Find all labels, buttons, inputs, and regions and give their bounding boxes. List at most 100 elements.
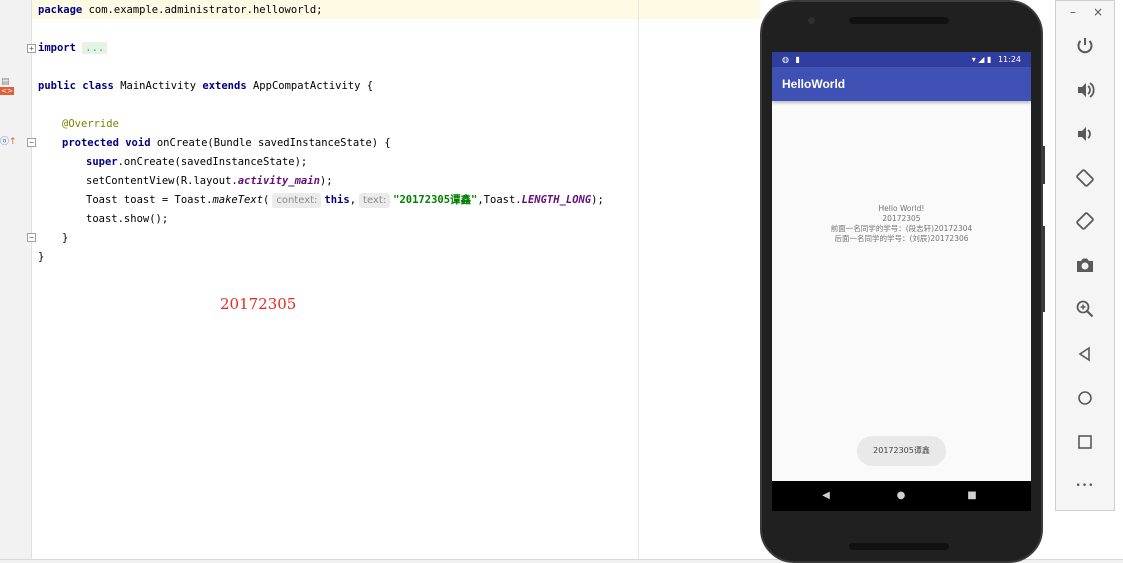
content-line: Hello World!: [878, 204, 925, 213]
zoom-button[interactable]: [1071, 295, 1099, 323]
power-button[interactable]: [1071, 32, 1099, 60]
code-text: }: [62, 232, 69, 244]
keyword: this: [324, 194, 350, 206]
volume-down-icon: [1078, 127, 1091, 141]
keyword: protected: [62, 137, 119, 149]
fold-end-icon[interactable]: −: [27, 233, 36, 242]
volume-up-icon: [1078, 82, 1095, 98]
student-id-note: 20172305: [220, 295, 297, 313]
back-button[interactable]: [1071, 340, 1099, 368]
status-time: 11:24: [997, 55, 1021, 64]
nav-home-icon[interactable]: ●: [891, 481, 911, 511]
keyword: import: [38, 42, 76, 54]
content-line: 后面一名同学的学号：(刘辰)20172306: [834, 234, 969, 243]
power-hardware-button[interactable]: [1041, 146, 1045, 184]
code-line-close-method[interactable]: }: [62, 229, 68, 248]
annotation: @Override: [62, 118, 119, 130]
rotate-right-icon: [1076, 212, 1094, 230]
toast-message: 20172305谭鑫: [857, 436, 946, 466]
code-text: com.example.administrator.helloworld;: [82, 4, 323, 16]
wifi-icon: ▾: [971, 55, 976, 64]
front-camera: [808, 17, 815, 24]
top-speaker: [849, 17, 949, 24]
code-line-show[interactable]: toast.show();: [86, 210, 168, 229]
status-system-icons: ▾ ◢ ▮ 11:24: [972, 52, 1021, 67]
code-text: }: [38, 251, 45, 263]
volume-down-button[interactable]: [1071, 120, 1099, 148]
code-editor[interactable]: + ▤ <> ⓞ↑ − − package com.example.admini…: [0, 0, 760, 563]
code-line-setcontentview[interactable]: setContentView(R.layout.activity_main);: [86, 172, 333, 191]
screenshot-button[interactable]: [1071, 251, 1099, 279]
sync-icon: ◍: [782, 55, 789, 64]
layout-gutter-icon[interactable]: <>: [0, 87, 14, 95]
nav-back-icon[interactable]: ◀: [816, 481, 836, 511]
rotate-left-button[interactable]: [1071, 164, 1099, 192]
code-text: .onCreate(savedInstanceState);: [117, 156, 308, 168]
battery-icon: ▮: [986, 55, 992, 64]
class-gutter-icon[interactable]: ▤: [1, 77, 10, 87]
code-text: Toast toast = Toast.: [86, 194, 213, 206]
app-toolbar: HelloWorld: [772, 67, 1031, 101]
power-icon: [1077, 38, 1093, 54]
more-options-button[interactable]: •••: [1071, 472, 1099, 500]
code-line-package[interactable]: package com.example.administrator.hellow…: [38, 1, 322, 20]
app-title: HelloWorld: [782, 77, 846, 91]
code-text: );: [319, 175, 333, 187]
zoom-icon: [1076, 300, 1094, 318]
folded-imports[interactable]: ...: [82, 42, 108, 54]
nav-recents-icon[interactable]: ■: [962, 481, 982, 511]
keyword: class: [82, 80, 114, 92]
parameter-hint-text: text:: [359, 193, 391, 208]
string-literal: "20172305谭鑫": [393, 194, 478, 206]
android-navigation-bar: ◀ ● ■: [772, 481, 1031, 511]
emulator-toolbar: – × •••: [1055, 0, 1115, 511]
camera-icon: [1077, 258, 1093, 272]
keyword: public: [38, 80, 76, 92]
right-margin-guide: [638, 0, 639, 560]
home-circle-icon: [1078, 391, 1092, 405]
close-button[interactable]: ×: [1090, 4, 1106, 20]
code-text: toast.show();: [86, 213, 169, 225]
static-field: LENGTH_LONG: [521, 194, 592, 206]
keyword: void: [125, 137, 151, 149]
content-line: 前面一名同学的学号：(段志轩)20172304: [830, 224, 973, 233]
keyword: extends: [202, 80, 247, 92]
volume-hardware-button[interactable]: [1041, 226, 1045, 312]
code-line-super[interactable]: super.onCreate(savedInstanceState);: [86, 153, 307, 172]
code-line-import[interactable]: import ...: [38, 39, 108, 58]
parameter-hint-context: context:: [272, 193, 322, 208]
signal-icon: ◢: [978, 55, 985, 64]
code-line-class[interactable]: public class MainActivity extends AppCom…: [38, 77, 373, 96]
rotate-right-button[interactable]: [1071, 207, 1099, 235]
code-text: ,: [349, 194, 357, 206]
volume-up-button[interactable]: [1071, 76, 1099, 104]
fold-collapse-icon[interactable]: −: [27, 138, 36, 147]
emulator-screen[interactable]: ◍ ▮ ▾ ◢ ▮ 11:24 HelloWorld Hello World! …: [772, 52, 1031, 511]
code-line-close-class[interactable]: }: [38, 248, 44, 267]
minimize-button[interactable]: –: [1065, 4, 1081, 20]
code-text: setContentView(R.layout.: [86, 175, 238, 187]
code-line-toast[interactable]: Toast toast = Toast.makeText(context: thi…: [86, 191, 604, 210]
static-field: activity_main: [237, 175, 320, 187]
code-text: AppCompatActivity {: [252, 80, 374, 92]
class-name: MainActivity: [120, 80, 197, 92]
back-triangle-icon: [1078, 346, 1090, 362]
keyword: super: [86, 156, 118, 168]
bottom-speaker: [849, 543, 949, 550]
fold-expand-icon[interactable]: +: [27, 44, 36, 53]
code-line-override[interactable]: @Override: [62, 115, 119, 134]
keyword: package: [38, 4, 83, 16]
code-text: (: [263, 194, 270, 206]
sd-card-icon: ▮: [795, 55, 800, 64]
override-method-icon[interactable]: ⓞ↑: [0, 137, 17, 147]
overview-button[interactable]: [1071, 428, 1099, 456]
static-method: makeText: [212, 194, 264, 206]
code-text: ,Toast.: [477, 194, 522, 206]
code-text: onCreate(Bundle savedInstanceState) {: [156, 137, 391, 149]
code-line-oncreate[interactable]: protected void onCreate(Bundle savedInst…: [62, 134, 391, 153]
overview-square-icon: [1078, 435, 1092, 449]
home-button[interactable]: [1071, 384, 1099, 412]
rotate-left-icon: [1076, 169, 1094, 187]
android-status-bar: ◍ ▮ ▾ ◢ ▮ 11:24: [772, 52, 1031, 67]
status-notification-icons: ◍ ▮: [782, 52, 800, 67]
